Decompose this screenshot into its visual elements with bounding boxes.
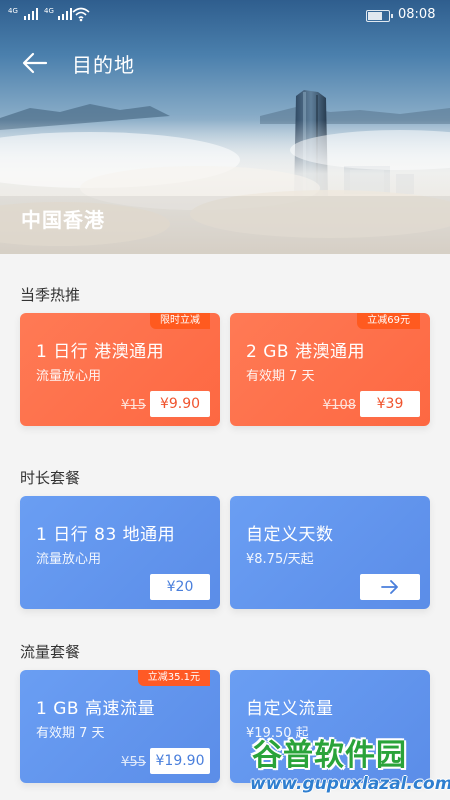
original-price: ¥55 bbox=[121, 755, 146, 770]
package-name: 2 GB 港澳通用 bbox=[246, 342, 365, 362]
watermark-brand: 谷普软件园 bbox=[252, 738, 407, 773]
package-name: 1 日行 83 地通用 bbox=[36, 525, 176, 545]
battery-icon bbox=[366, 10, 393, 22]
original-price: ¥108 bbox=[322, 398, 356, 413]
buy-price-button[interactable]: ¥20 bbox=[150, 574, 210, 600]
watermark-logo: 谷普软件园 www.gupuxlazal.com bbox=[246, 728, 450, 800]
package-desc: ¥8.75/天起 bbox=[246, 552, 314, 567]
network-type-label: 4G bbox=[8, 7, 18, 15]
page-title: 目的地 bbox=[72, 53, 135, 77]
package-card[interactable]: 限时立减 1 日行 港澳通用 流量放心用 ¥15 ¥9.90 bbox=[20, 313, 220, 426]
arrow-right-icon bbox=[381, 580, 398, 594]
package-name: 自定义流量 bbox=[246, 699, 334, 719]
watermark-url: www.gupuxlazal.com bbox=[250, 774, 450, 794]
custom-days-card[interactable]: 自定义天数 ¥8.75/天起 bbox=[230, 496, 430, 609]
promo-tag: 立减69元 bbox=[357, 313, 420, 329]
status-time: 08:08 bbox=[398, 7, 436, 22]
buy-price-button[interactable]: ¥19.90 bbox=[150, 748, 210, 774]
section-title-duration: 时长套餐 bbox=[20, 469, 81, 487]
destination-hero: 4G 4G 08:08 目的地 中国香港 bbox=[0, 0, 450, 254]
package-card[interactable]: 立减35.1元 1 GB 高速流量 有效期 7 天 ¥55 ¥19.90 bbox=[20, 670, 220, 783]
signal-strength-icon-2 bbox=[58, 8, 72, 20]
signal-strength-icon bbox=[24, 8, 38, 20]
status-bar: 4G 4G 08:08 bbox=[0, 0, 450, 30]
section-title-data: 流量套餐 bbox=[20, 643, 81, 661]
package-card[interactable]: 1 日行 83 地通用 流量放心用 ¥20 bbox=[20, 496, 220, 609]
custom-days-button[interactable] bbox=[360, 574, 420, 600]
package-name: 1 GB 高速流量 bbox=[36, 699, 155, 719]
section-title-hot: 当季热推 bbox=[20, 286, 81, 304]
destination-name: 中国香港 bbox=[21, 208, 105, 232]
wifi-icon bbox=[72, 7, 90, 22]
package-desc: 流量放心用 bbox=[36, 369, 102, 384]
network-type-label-2: 4G bbox=[44, 7, 54, 15]
original-price: ¥15 bbox=[121, 398, 146, 413]
package-card[interactable]: 立减69元 2 GB 港澳通用 有效期 7 天 ¥108 ¥39 bbox=[230, 313, 430, 426]
package-desc: 有效期 7 天 bbox=[246, 369, 315, 384]
promo-tag: 限时立减 bbox=[150, 313, 210, 329]
promo-tag: 立减35.1元 bbox=[137, 670, 210, 686]
back-button[interactable] bbox=[18, 46, 52, 80]
buy-price-button[interactable]: ¥9.90 bbox=[150, 391, 210, 417]
buy-price-button[interactable]: ¥39 bbox=[360, 391, 420, 417]
package-name: 自定义天数 bbox=[246, 525, 334, 545]
package-desc: 有效期 7 天 bbox=[36, 726, 105, 741]
back-arrow-icon bbox=[22, 52, 48, 74]
package-desc: 流量放心用 bbox=[36, 552, 102, 567]
package-name: 1 日行 港澳通用 bbox=[36, 342, 165, 362]
